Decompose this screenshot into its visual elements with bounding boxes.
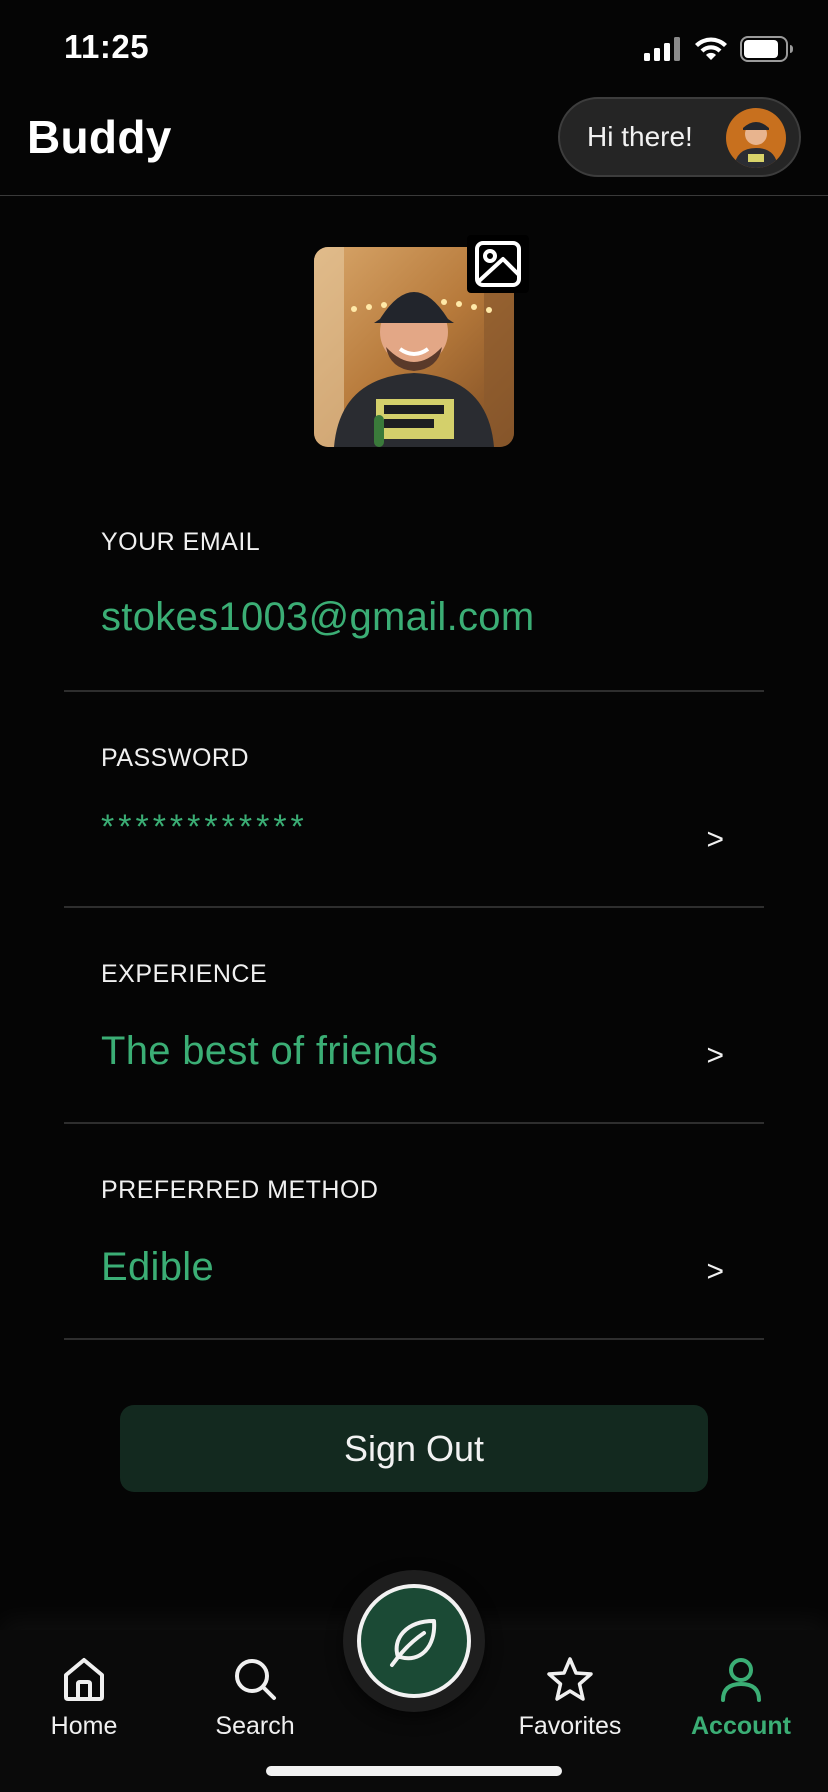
preferred-method-label: PREFERRED METHOD bbox=[101, 1176, 379, 1204]
tab-label: Home bbox=[50, 1712, 118, 1740]
experience-value: The best of friends bbox=[101, 1029, 438, 1073]
greeting-pill[interactable]: Hi there! bbox=[558, 97, 801, 177]
sign-out-button[interactable]: Sign Out bbox=[120, 1405, 708, 1492]
experience-label: EXPERIENCE bbox=[101, 960, 268, 988]
experience-field[interactable]: EXPERIENCE The best of friends > bbox=[64, 908, 764, 1124]
center-fab-container bbox=[343, 1570, 485, 1712]
chevron-right-icon: > bbox=[706, 1039, 724, 1072]
status-bar: 11:25 bbox=[0, 0, 828, 96]
email-label: YOUR EMAIL bbox=[101, 528, 261, 556]
search-icon bbox=[235, 1659, 276, 1700]
password-label: PASSWORD bbox=[101, 744, 249, 772]
cellular-signal-icon bbox=[644, 37, 680, 61]
battery-icon bbox=[740, 36, 793, 62]
tab-home[interactable]: Home bbox=[9, 1656, 159, 1741]
password-field[interactable]: PASSWORD ************ > bbox=[64, 692, 764, 908]
tab-search[interactable]: Search bbox=[180, 1656, 330, 1741]
edit-photo-button[interactable] bbox=[467, 235, 529, 293]
user-icon bbox=[721, 1658, 761, 1702]
status-icons bbox=[644, 36, 794, 62]
home-icon bbox=[64, 1658, 104, 1701]
password-value: ************ bbox=[101, 808, 308, 846]
tab-account[interactable]: Account bbox=[666, 1656, 816, 1741]
app-header: Buddy Hi there! bbox=[0, 96, 828, 196]
greeting-text: Hi there! bbox=[587, 121, 693, 152]
star-icon bbox=[547, 1657, 593, 1701]
tab-label: Favorites bbox=[518, 1712, 622, 1740]
image-icon bbox=[475, 241, 521, 287]
wifi-icon bbox=[695, 37, 727, 60]
tab-label: Account bbox=[691, 1712, 791, 1740]
app-title: Buddy bbox=[27, 111, 172, 163]
status-time: 11:25 bbox=[64, 28, 150, 65]
leaf-icon bbox=[390, 1619, 437, 1667]
avatar bbox=[726, 108, 786, 168]
chevron-right-icon: > bbox=[706, 1255, 724, 1288]
home-indicator bbox=[266, 1766, 562, 1776]
center-fab-button[interactable] bbox=[357, 1584, 471, 1698]
email-value: stokes1003@gmail.com bbox=[101, 595, 535, 639]
preferred-method-field[interactable]: PREFERRED METHOD Edible > bbox=[64, 1124, 764, 1340]
preferred-method-value: Edible bbox=[101, 1245, 214, 1289]
tab-label: Search bbox=[215, 1712, 295, 1740]
tab-favorites[interactable]: Favorites bbox=[495, 1656, 645, 1741]
chevron-right-icon: > bbox=[706, 823, 724, 856]
email-field: YOUR EMAIL stokes1003@gmail.com bbox=[64, 476, 764, 692]
